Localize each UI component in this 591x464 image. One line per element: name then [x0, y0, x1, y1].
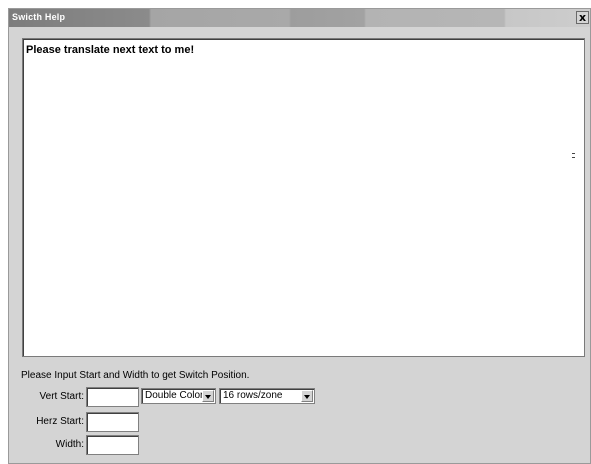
herz-start-input[interactable] [86, 412, 139, 432]
help-text-area[interactable]: Please translate next text to me! [22, 38, 585, 357]
close-button[interactable]: x [576, 11, 589, 24]
vert-start-row: Vert Start: Double Color 16 rows/zone [9, 387, 590, 407]
rows-select[interactable]: 16 rows/zone [219, 388, 315, 404]
instruction-label: Please Input Start and Width to get Swit… [21, 370, 250, 381]
herz-start-row: Herz Start: [9, 412, 209, 432]
help-text: Please translate next text to me! [26, 44, 195, 56]
vert-start-label: Vert Start: [39, 391, 84, 402]
switch-help-window: Swicth Help x Please translate next text… [8, 8, 591, 464]
chevron-down-icon[interactable] [202, 390, 214, 402]
title-bar[interactable]: Swicth Help x [9, 9, 590, 27]
window-title: Swicth Help [12, 12, 66, 22]
width-label: Width: [55, 439, 84, 450]
color-select[interactable]: Double Color [141, 388, 216, 404]
width-row: Width: [9, 435, 209, 455]
chevron-down-icon[interactable] [301, 390, 313, 402]
close-icon: x [578, 11, 587, 24]
herz-start-label: Herz Start: [36, 416, 84, 427]
color-select-value: Double Color [145, 390, 203, 401]
width-input[interactable] [86, 435, 139, 455]
vert-start-input[interactable] [86, 387, 139, 407]
scroll-indicator [572, 153, 575, 158]
rows-select-value: 16 rows/zone [223, 390, 283, 401]
